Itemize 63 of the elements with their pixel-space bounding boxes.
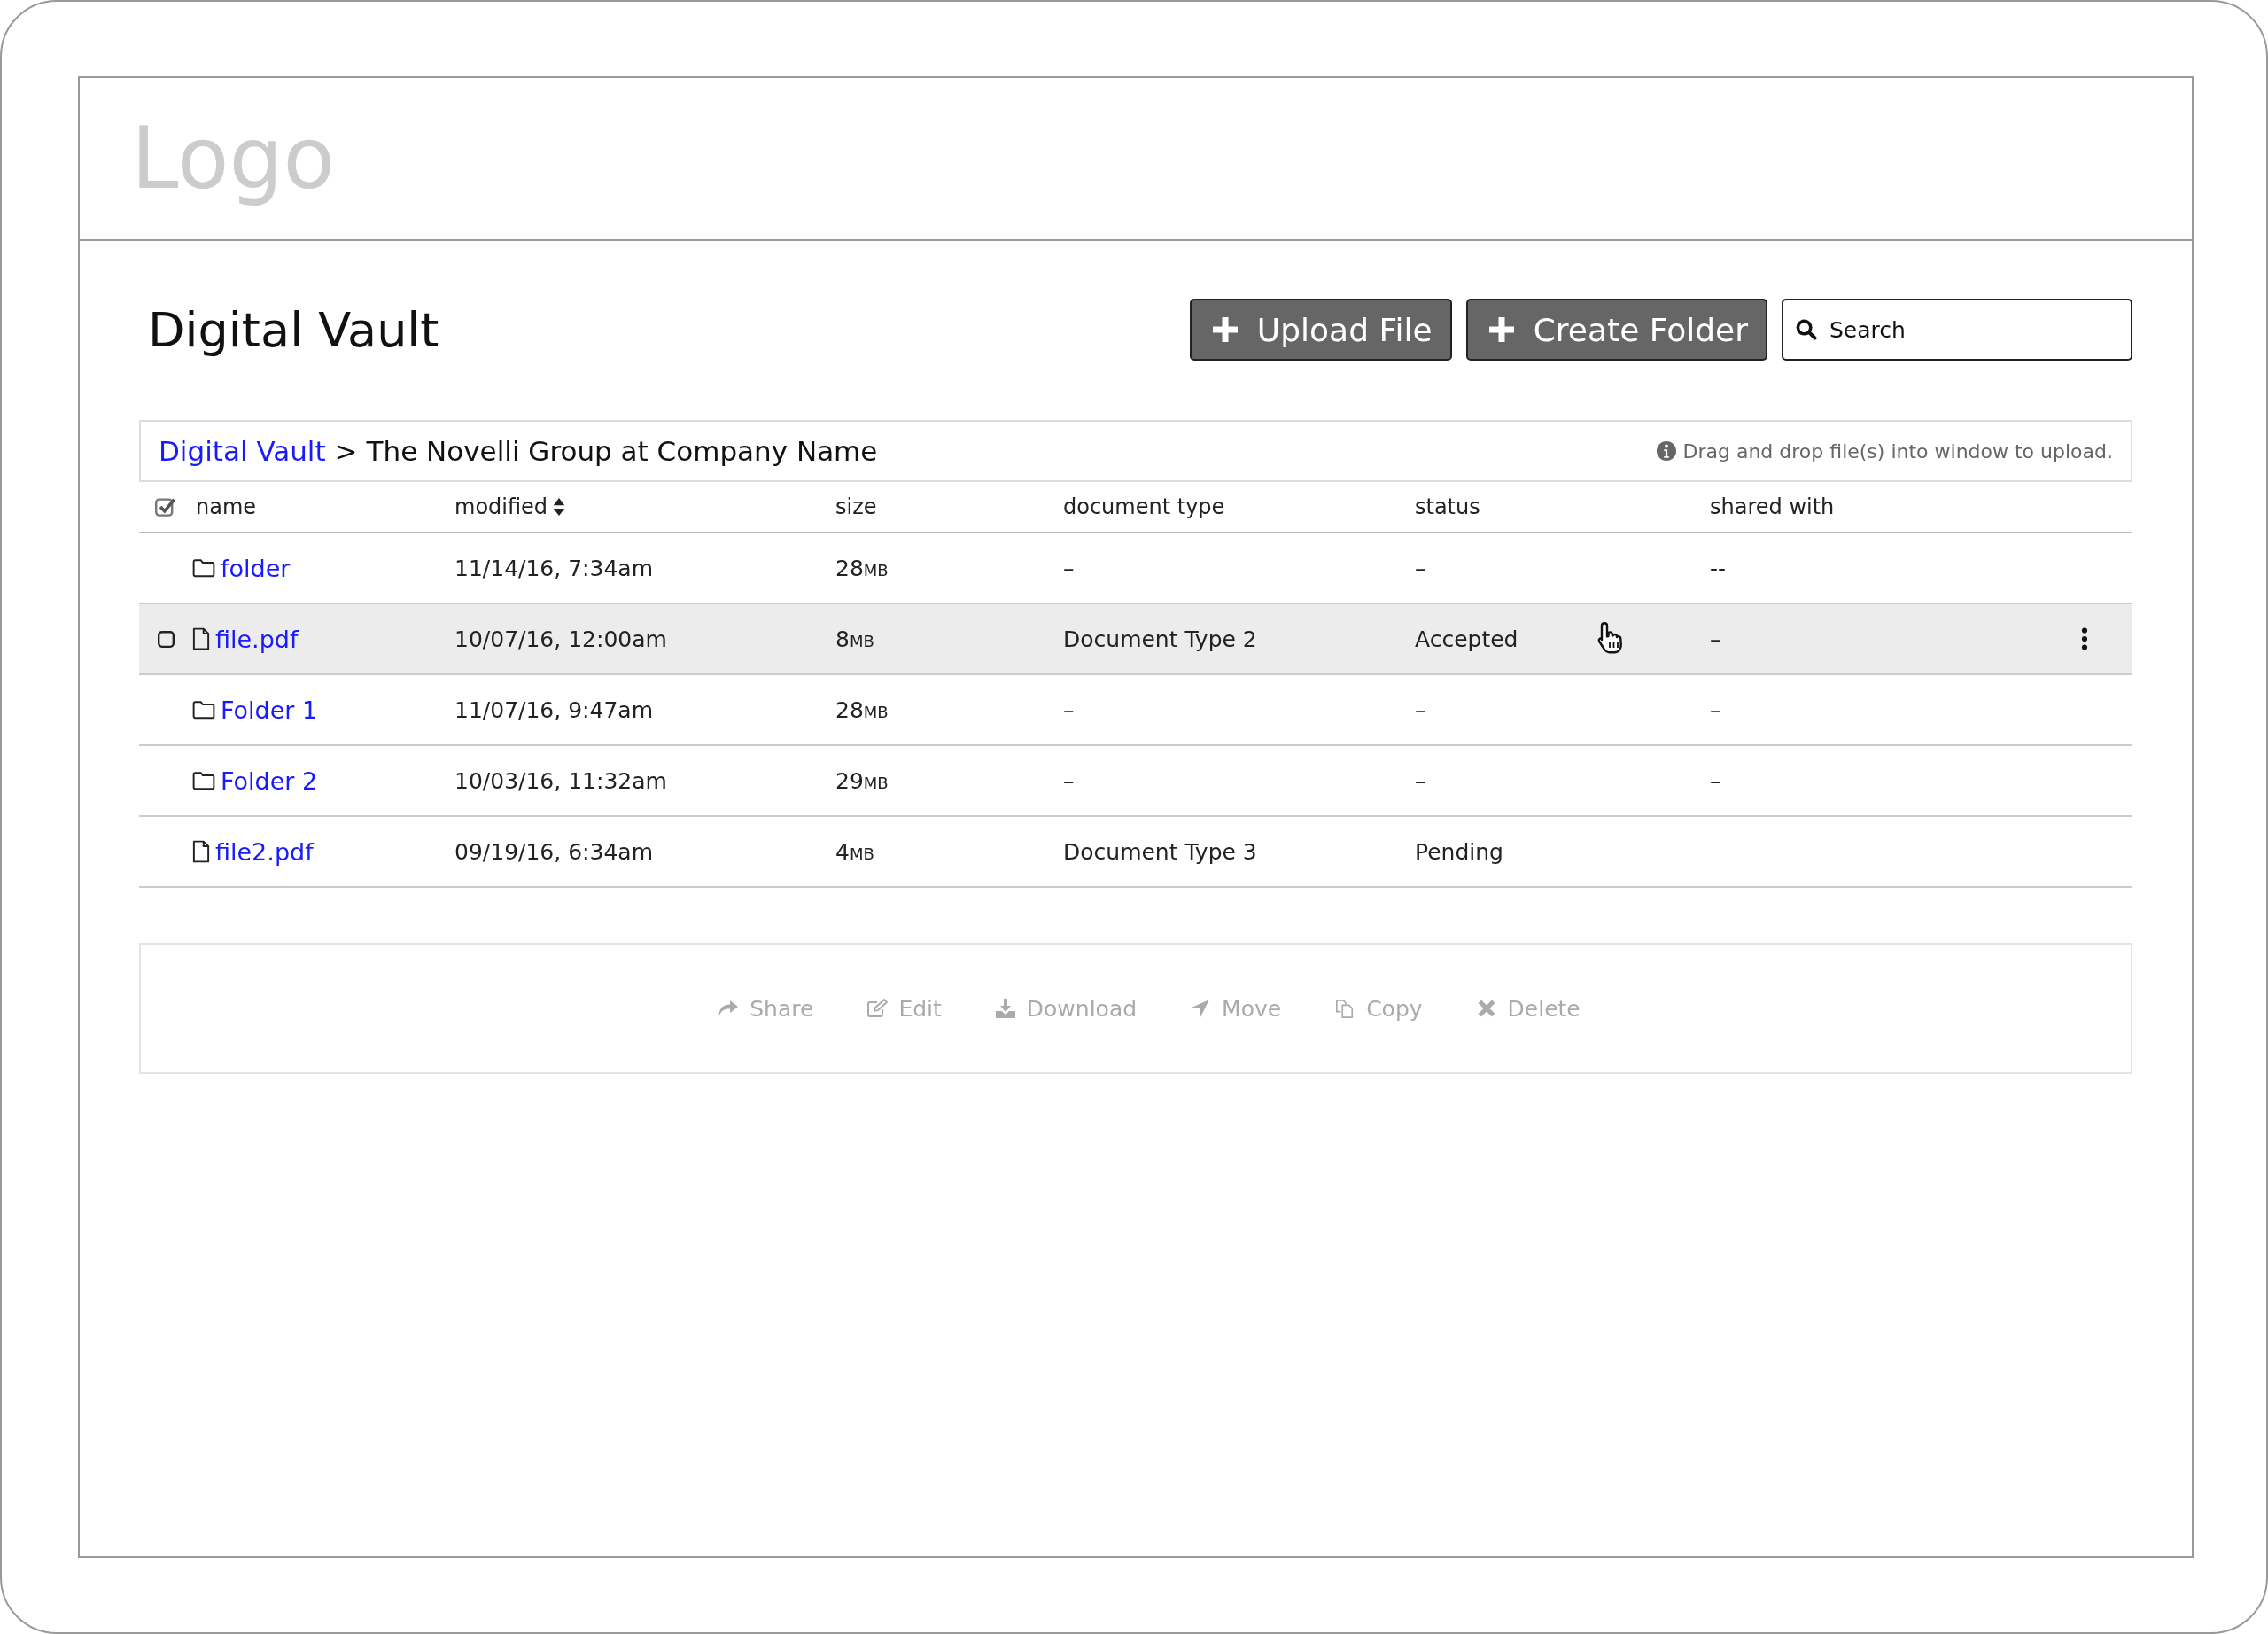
modified-date: 11/14/16, 7:34am xyxy=(454,555,653,581)
column-header: size xyxy=(835,494,877,519)
upload-button[interactable]: Upload File xyxy=(1189,299,1452,361)
status-text: – xyxy=(1415,767,1426,794)
breadcrumb-link[interactable]: Digital Vault xyxy=(159,435,326,467)
document-type: – xyxy=(1063,767,1075,794)
table-row[interactable]: Folder 2 10/03/16, 11:32am 29MB – – – xyxy=(139,746,2132,817)
modified-date: 10/07/16, 12:00am xyxy=(454,626,667,652)
info-icon xyxy=(1656,441,1676,461)
folder-icon xyxy=(192,558,215,578)
file-size: 28MB xyxy=(835,555,889,581)
table-row[interactable]: file.pdf 10/07/16, 12:00am 8MB Document Type 2 Accepted – xyxy=(139,604,2132,675)
edit-icon xyxy=(866,999,889,1018)
table-row[interactable]: file2.pdf 09/19/16, 6:34am 4MB Document Type 3 Pending xyxy=(139,817,2132,888)
file-name-link[interactable]: Folder 2 xyxy=(221,766,318,795)
sort-icon[interactable] xyxy=(553,498,566,516)
shared-with: – xyxy=(1710,767,1721,794)
plus-icon xyxy=(1212,317,1238,342)
status-text: Pending xyxy=(1415,838,1503,865)
download-icon xyxy=(994,999,1016,1018)
shared-with: – xyxy=(1710,696,1721,723)
document-icon xyxy=(192,840,210,863)
file-size: 29MB xyxy=(835,767,889,794)
select-all-checkbox[interactable] xyxy=(155,496,176,517)
search-icon xyxy=(1796,319,1817,340)
column-header: name xyxy=(196,494,257,519)
create-folder-button[interactable]: Create Folder xyxy=(1465,299,1767,361)
shared-with: -- xyxy=(1710,555,1727,581)
search-field[interactable]: Search xyxy=(1782,299,2132,361)
document-type: Document Type 2 xyxy=(1063,626,1257,652)
breadcrumb-current: The Novelli Group at Company Name xyxy=(366,435,878,467)
more-menu-icon[interactable] xyxy=(2081,627,2088,650)
document-icon xyxy=(192,627,210,650)
folder-icon xyxy=(192,771,215,790)
document-type: – xyxy=(1063,696,1075,723)
table-row[interactable]: Folder 1 11/07/16, 9:47am 28MB – – – xyxy=(139,675,2132,746)
folder-icon xyxy=(192,700,215,720)
navigation-arrow-icon xyxy=(1190,999,1212,1018)
file-name-link[interactable]: file2.pdf xyxy=(215,837,314,866)
status-text: – xyxy=(1415,555,1426,581)
column-header: shared with xyxy=(1710,494,1835,519)
row-checkbox[interactable] xyxy=(157,630,175,648)
modified-date: 09/19/16, 6:34am xyxy=(454,838,653,865)
modified-date: 11/07/16, 9:47am xyxy=(454,696,653,723)
modified-date: 10/03/16, 11:32am xyxy=(454,767,667,794)
file-size: 28MB xyxy=(835,696,889,723)
breadcrumb-separator: > xyxy=(334,435,358,467)
file-name-link[interactable]: file.pdf xyxy=(215,625,299,653)
file-name-link[interactable]: Folder 1 xyxy=(221,696,318,724)
shared-with: – xyxy=(1710,626,1721,652)
file-size: 8MB xyxy=(835,626,874,652)
column-header[interactable]: modified xyxy=(454,494,548,519)
status-text: Accepted xyxy=(1415,626,1518,652)
document-type: Document Type 3 xyxy=(1063,838,1257,865)
document-type: – xyxy=(1063,555,1075,581)
file-size: 4MB xyxy=(835,838,874,865)
page-title: Digital Vault xyxy=(148,301,439,358)
column-header: status xyxy=(1415,494,1480,519)
upload-hint: Drag and drop file(s) into window to upload. xyxy=(1682,440,2113,463)
column-header: document type xyxy=(1063,494,1225,519)
status-text: – xyxy=(1415,696,1426,723)
file-name-link[interactable]: folder xyxy=(221,554,291,582)
plus-icon xyxy=(1488,317,1514,342)
